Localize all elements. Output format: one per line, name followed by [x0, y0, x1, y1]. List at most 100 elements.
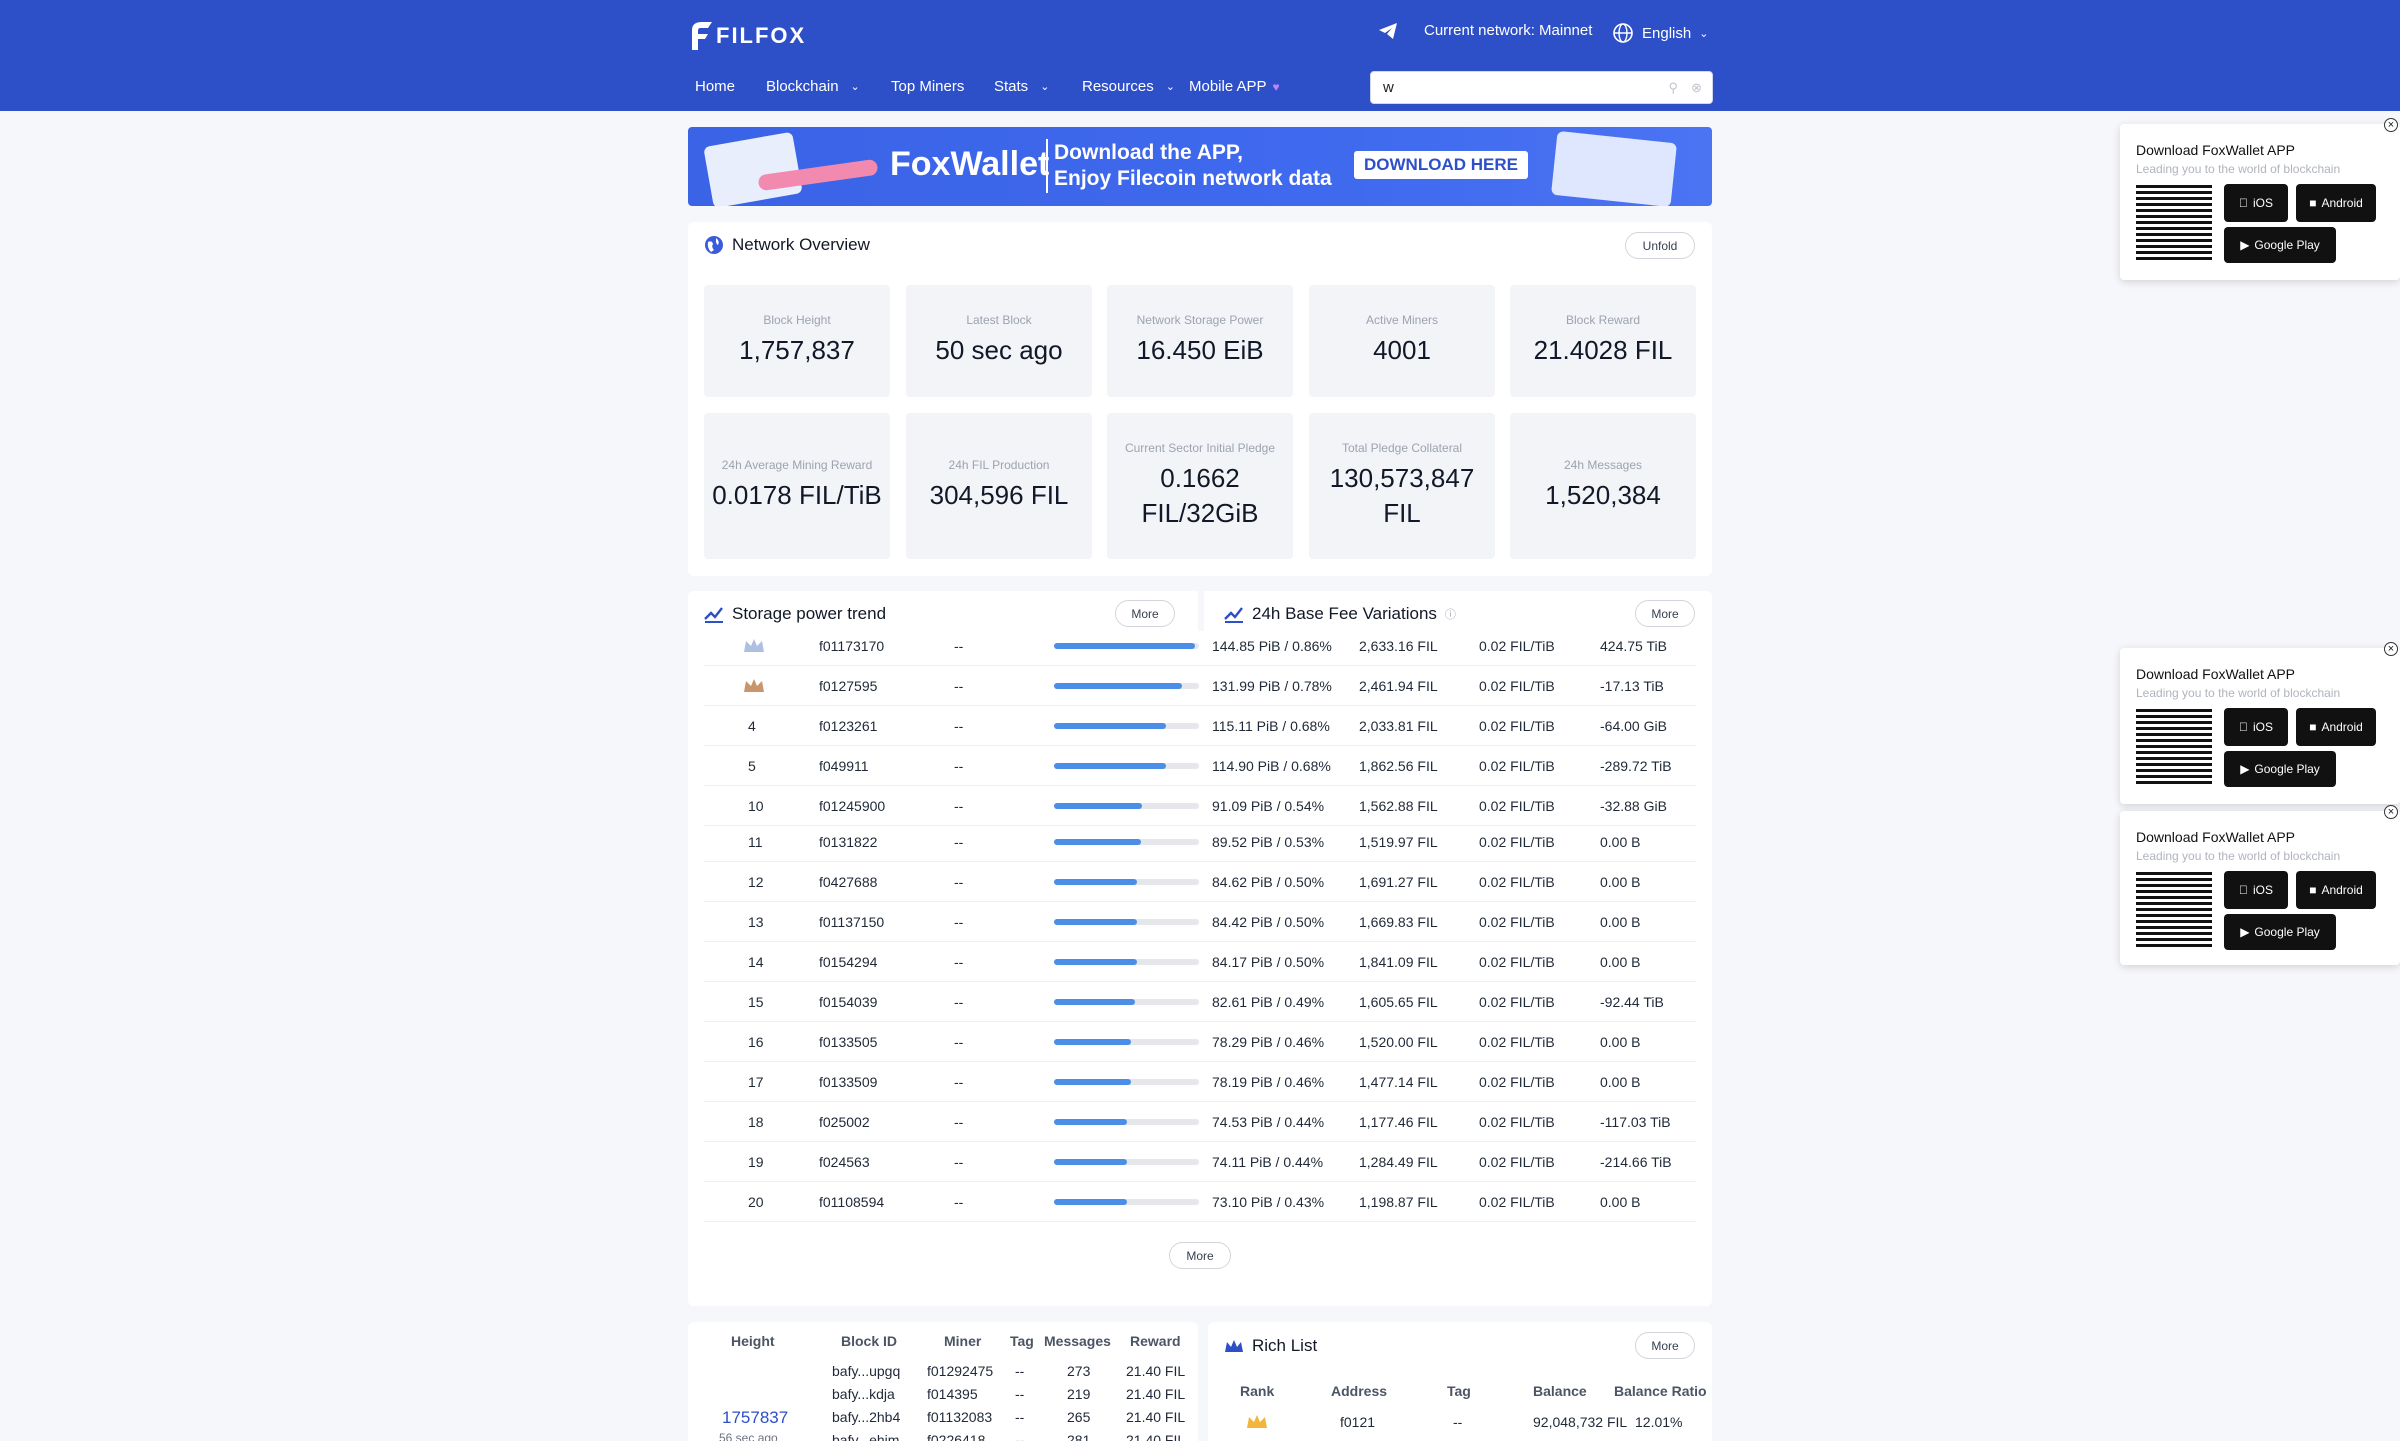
- google-play-button[interactable]: ▶ Google Play: [2224, 751, 2336, 787]
- info-icon[interactable]: ⓘ: [1445, 606, 1456, 622]
- block-miner[interactable]: f0226418: [927, 1432, 985, 1441]
- language-selector[interactable]: English ⌄: [1612, 22, 1708, 44]
- unfold-button[interactable]: Unfold: [1625, 232, 1695, 259]
- search-icon[interactable]: ⚲: [1668, 72, 1678, 103]
- block-id[interactable]: bafy...ehim: [832, 1432, 899, 1441]
- power-bar: [1054, 803, 1199, 809]
- google-play-button[interactable]: ▶ Google Play: [2224, 914, 2336, 950]
- miner-efficiency: 0.02 FIL/TiB: [1479, 914, 1555, 930]
- miner-id[interactable]: f01173170: [819, 626, 884, 666]
- miner-row[interactable]: 15 f0154039 -- 82.61 PiB / 0.49% 1,605.65 FI…: [704, 982, 1696, 1022]
- google-play-label: Google Play: [2254, 238, 2320, 252]
- nav-resources[interactable]: Resources ⌄: [1082, 78, 1175, 95]
- fox-logo-icon: [692, 22, 712, 50]
- stat-value: 0.1662 FIL/32GiB: [1141, 462, 1259, 528]
- miner-row[interactable]: 19 f024563 -- 74.11 PiB / 0.44% 1,284.49 FIL…: [704, 1142, 1696, 1182]
- stat-label: Network Storage Power: [1136, 313, 1264, 328]
- stat-label: Active Miners: [1365, 313, 1439, 328]
- filfox-logo[interactable]: FILFOX: [688, 18, 806, 54]
- storage-trend-more-button[interactable]: More: [1115, 600, 1175, 627]
- miner-id[interactable]: f0154039: [819, 982, 877, 1022]
- miner-row[interactable]: 20 f01108594 -- 73.10 PiB / 0.43% 1,198.87 F…: [704, 1182, 1696, 1222]
- ios-button[interactable]: iOS: [2224, 184, 2288, 222]
- block-miner[interactable]: f01292475: [927, 1363, 993, 1379]
- clear-icon[interactable]: ⊗: [1691, 72, 1702, 103]
- miner-id[interactable]: f0123261: [819, 706, 877, 746]
- search-input[interactable]: w ⚲ ⊗: [1370, 71, 1713, 104]
- nav-home[interactable]: Home: [695, 78, 735, 95]
- miner-efficiency: 0.02 FIL/TiB: [1479, 1154, 1555, 1170]
- android-button[interactable]: ■ Android: [2296, 708, 2376, 746]
- miner-id[interactable]: f0427688: [819, 862, 877, 902]
- miners-more-button[interactable]: More: [1169, 1242, 1231, 1269]
- miner-row[interactable]: 14 f0154294 -- 84.17 PiB / 0.50% 1,841.09 FI…: [704, 942, 1696, 982]
- android-icon: ■: [2309, 883, 2317, 897]
- col-messages: Messages: [1044, 1333, 1111, 1349]
- miner-id[interactable]: f0131822: [819, 822, 877, 862]
- globe-icon: [705, 236, 723, 254]
- miner-id[interactable]: f01108594: [819, 1182, 884, 1222]
- miner-id[interactable]: f0133505: [819, 1022, 877, 1062]
- nav-stats[interactable]: Stats ⌄: [994, 78, 1049, 95]
- miner-id[interactable]: f049911: [819, 746, 869, 786]
- miner-id[interactable]: f0154294: [819, 942, 877, 982]
- miner-row[interactable]: 11 f0131822 -- 89.52 PiB / 0.53% 1,519.97 FI…: [704, 822, 1696, 862]
- miner-row[interactable]: 13 f01137150 -- 84.42 PiB / 0.50% 1,669.83 F…: [704, 902, 1696, 942]
- miner-efficiency: 0.02 FIL/TiB: [1479, 994, 1555, 1010]
- power-bar: [1054, 723, 1199, 729]
- block-miner[interactable]: f014395: [927, 1386, 978, 1402]
- block-height-link[interactable]: 1757837: [722, 1408, 788, 1428]
- miner-row[interactable]: f01173170 -- 144.85 PiB / 0.86% 2,633.16 FI…: [704, 626, 1696, 666]
- nav-blockchain[interactable]: Blockchain ⌄: [766, 78, 860, 95]
- apple-icon: : [2239, 720, 2248, 734]
- miner-row[interactable]: 16 f0133505 -- 78.29 PiB / 0.46% 1,520.00 FI…: [704, 1022, 1696, 1062]
- miner-id[interactable]: f0133509: [819, 1062, 877, 1102]
- rich-list-more-button[interactable]: More: [1635, 1332, 1695, 1359]
- base-fee-more-button[interactable]: More: [1635, 600, 1695, 627]
- miner-id[interactable]: f01137150: [819, 902, 884, 942]
- miner-tag: --: [954, 834, 964, 850]
- miner-row[interactable]: 12 f0427688 -- 84.62 PiB / 0.50% 1,691.27 FI…: [704, 862, 1696, 902]
- android-button[interactable]: ■ Android: [2296, 871, 2376, 909]
- telegram-icon[interactable]: [1378, 22, 1398, 40]
- close-icon[interactable]: ×: [2384, 118, 2398, 132]
- miner-row[interactable]: f0127595 -- 131.99 PiB / 0.78% 2,461.94 FIL…: [704, 666, 1696, 706]
- col-reward: Reward: [1130, 1333, 1181, 1349]
- block-miner[interactable]: f01132083: [927, 1409, 992, 1425]
- chevron-down-icon: ⌄: [1165, 81, 1175, 93]
- miner-rank: 18: [748, 1114, 764, 1130]
- miner-id[interactable]: f025002: [819, 1102, 870, 1142]
- miner-row[interactable]: 17 f0133509 -- 78.19 PiB / 0.46% 1,477.14 FI…: [704, 1062, 1696, 1102]
- miner-row[interactable]: 5 f049911 -- 114.90 PiB / 0.68% 1,862.56 FIL…: [704, 746, 1696, 786]
- ios-button[interactable]: iOS: [2224, 871, 2288, 909]
- android-button[interactable]: ■ Android: [2296, 184, 2376, 222]
- miner-power-change: 424.75 TiB: [1600, 638, 1667, 654]
- nav-top-miners[interactable]: Top Miners: [891, 78, 964, 95]
- banner-download-button[interactable]: DOWNLOAD HERE: [1354, 151, 1528, 179]
- close-icon[interactable]: ×: [2384, 642, 2398, 656]
- col-tag: Tag: [1010, 1333, 1034, 1349]
- miner-id[interactable]: f01245900: [819, 786, 885, 826]
- google-play-button[interactable]: ▶ Google Play: [2224, 227, 2336, 263]
- foxwallet-download-popup: × Download FoxWallet APP Leading you to th…: [2120, 118, 2400, 280]
- stat-label: Block Reward: [1565, 313, 1641, 328]
- block-id[interactable]: bafy...2hb4: [832, 1409, 900, 1425]
- miner-row[interactable]: 10 f01245900 -- 91.09 PiB / 0.54% 1,562.88 F…: [704, 786, 1696, 826]
- miner-efficiency: 0.02 FIL/TiB: [1479, 638, 1555, 654]
- foxwallet-banner[interactable]: FoxWallet Download the APP, Enjoy Fileco…: [688, 127, 1712, 206]
- miner-id[interactable]: f0127595: [819, 666, 877, 706]
- miner-power: 78.19 PiB / 0.46%: [1212, 1074, 1325, 1090]
- miner-row[interactable]: 18 f025002 -- 74.53 PiB / 0.44% 1,177.46 FIL…: [704, 1102, 1696, 1142]
- block-id[interactable]: bafy...kdja: [832, 1386, 895, 1402]
- miner-row[interactable]: 4 f0123261 -- 115.11 PiB / 0.68% 2,033.81 FI…: [704, 706, 1696, 746]
- miner-reward: 2,461.94 FIL: [1359, 678, 1438, 694]
- block-id[interactable]: bafy...upgq: [832, 1363, 900, 1379]
- rich-address[interactable]: f0121: [1340, 1414, 1375, 1430]
- close-icon[interactable]: ×: [2384, 805, 2398, 819]
- ios-button[interactable]: iOS: [2224, 708, 2288, 746]
- stat-label: Total Pledge Collateral: [1341, 440, 1463, 455]
- nav-mobile-app[interactable]: Mobile APP ♥: [1189, 78, 1280, 95]
- banner-line2: Enjoy Filecoin network data: [1054, 167, 1332, 190]
- miner-id[interactable]: f024563: [819, 1142, 870, 1182]
- block-messages: 219: [1067, 1386, 1091, 1402]
